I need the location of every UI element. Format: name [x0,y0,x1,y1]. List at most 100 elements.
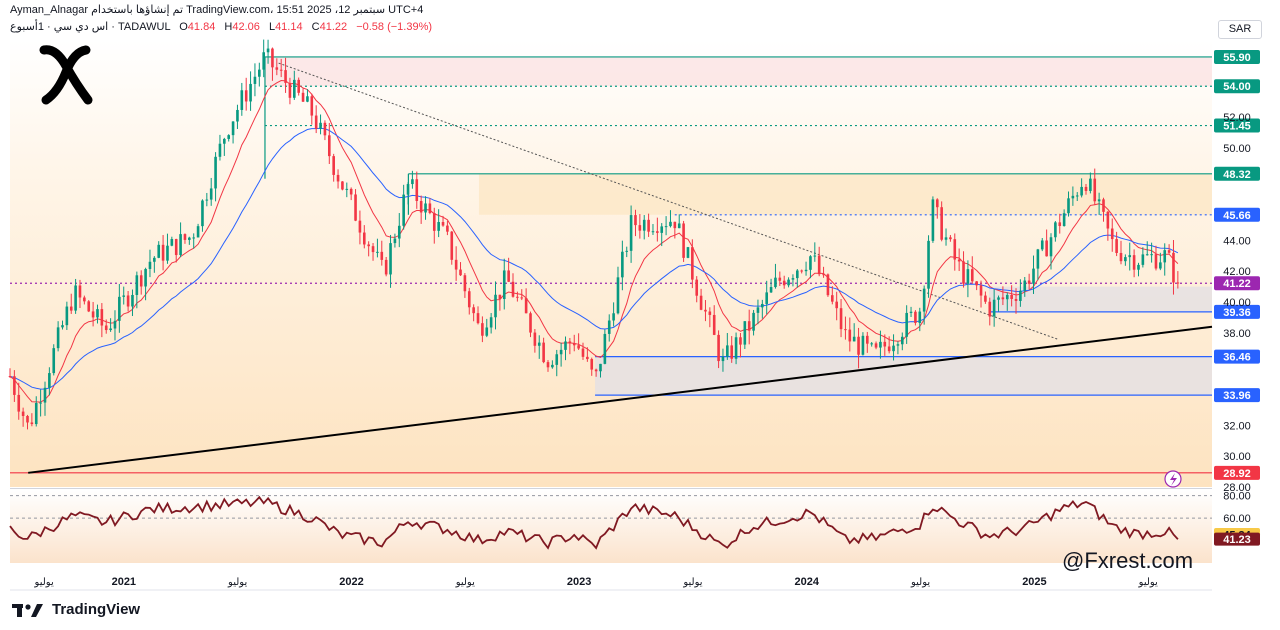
candle-body [940,207,943,240]
candle-body [494,294,497,318]
candle-body [122,295,126,297]
candle-body [769,287,773,293]
candle-body [1132,255,1136,270]
candle-body [861,335,865,355]
candle-body [914,311,917,323]
level-label-45.66: 45.66 [1223,210,1251,222]
candle-body [935,199,939,208]
x-tick-2021: 2021 [112,576,136,588]
candle-body [336,174,340,182]
candle-body [135,275,139,295]
candle-body [949,237,952,240]
candle-body [800,270,803,272]
candle-body [65,306,69,326]
candle-body [533,332,537,346]
zone-1 [478,173,1212,215]
level-label-48.32: 48.32 [1223,169,1251,181]
candle-body [712,314,716,335]
x-tick-2022: 2022 [339,576,363,588]
candle-body [992,299,996,317]
candle-body [1032,268,1035,284]
candle-body [765,292,769,304]
candle-body [201,200,204,227]
candle-body [489,317,493,328]
level-label-33.96: 33.96 [1223,390,1251,402]
candle-body [673,221,677,229]
candle-body [240,90,244,110]
candle-body [43,387,47,403]
candle-body [1167,250,1171,253]
candle-body [227,135,231,139]
x-tick-2024: 2024 [795,576,820,588]
candle-body [310,96,314,116]
candle-body [603,333,607,364]
candle-body [371,246,375,253]
candle-body [879,341,882,348]
candle-body [266,48,270,53]
candle-body [358,220,362,233]
candle-body [454,259,458,270]
candle-body [1027,280,1031,284]
candle-body [1036,249,1040,269]
candle-body [428,203,432,214]
candle-body [997,297,1000,300]
candle-body [1172,252,1175,283]
candle-body [419,200,423,213]
x-logo [38,42,94,113]
candle-body [796,270,799,279]
candle-body [804,269,808,272]
candle-body [717,334,720,362]
tradingview-brand[interactable]: TradingView [12,601,140,618]
candle-body [74,285,77,311]
candle-body [581,348,585,357]
candle-body [397,225,401,239]
candle-body [1137,264,1140,270]
candle-body [21,411,25,416]
candle-body [590,359,594,370]
chart-canvas[interactable]: 55.9054.0051.4548.3245.6641.2239.3636.46… [0,0,1280,630]
candle-body [883,341,887,347]
candle-body [183,234,187,240]
candle-body [314,115,318,129]
candle-body [244,90,248,102]
x-tick-يوليو: يوليو [1138,577,1158,588]
level-label-54.00: 54.00 [1223,81,1251,93]
candle-body [1040,240,1044,250]
candle-body [144,268,147,287]
candle-body [26,415,29,423]
candle-body [660,226,664,233]
candle-body [647,219,650,232]
candle-body [327,135,331,157]
candle-body [704,309,707,312]
candle-body [1067,198,1070,214]
candle-body [970,269,974,282]
candle-body [332,156,335,175]
x-tick-يوليو: يوليو [910,577,930,588]
x-tick-2025: 2025 [1022,576,1046,588]
candle-body [922,288,926,312]
candle-body [275,67,279,70]
y-tick-42.00: 42.00 [1223,266,1251,278]
candle-body [656,231,659,233]
candle-body [17,394,21,412]
x-tick-يوليو: يوليو [34,577,54,588]
candle-body [774,277,777,288]
candle-body [927,240,930,289]
candle-body [323,122,327,136]
candle-body [682,223,685,258]
candle-body [607,320,611,334]
candle-body [231,121,235,136]
candle-body [467,291,471,308]
candle-body [279,69,283,71]
candle-body [931,199,935,241]
candle-body [109,328,112,331]
x-tick-يوليو: يوليو [455,577,475,588]
candle-body [743,321,747,345]
candle-body [1075,195,1079,197]
y-tick-50.00: 50.00 [1223,143,1251,155]
candle-body [852,336,856,342]
candle-body [1054,222,1057,238]
candle-body [131,294,134,307]
candle-body [362,232,366,245]
candle-body [253,76,257,84]
